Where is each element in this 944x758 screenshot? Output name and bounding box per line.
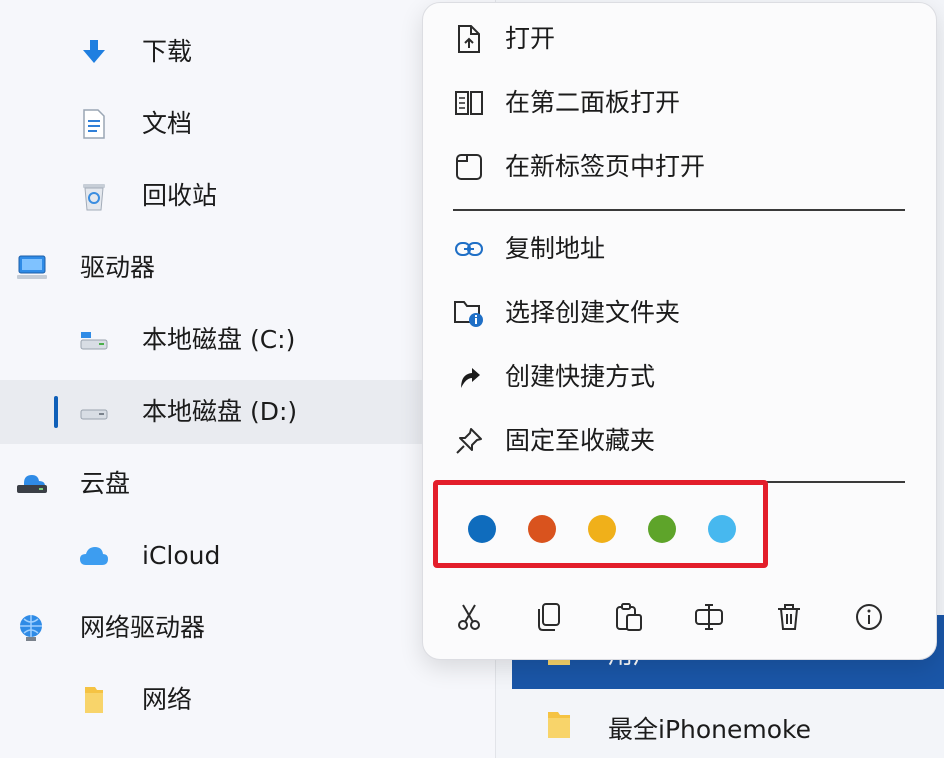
copy-button[interactable] <box>531 599 567 635</box>
cut-button[interactable] <box>451 599 487 635</box>
color-tag-row <box>433 480 768 568</box>
menu-item-create-shortcut[interactable]: 创建快捷方式 <box>423 349 938 405</box>
drive-c-icon <box>78 324 110 356</box>
pin-icon <box>453 425 485 457</box>
sidebar-item-local-disk-c[interactable]: 本地磁盘 (C:) <box>0 308 422 372</box>
color-tag-orange[interactable] <box>528 515 556 543</box>
color-tag-blue[interactable] <box>468 515 496 543</box>
menu-item-copy-path[interactable]: 复制地址 <box>423 221 938 277</box>
sidebar-item-recycle-bin[interactable]: 回收站 <box>0 164 422 228</box>
icloud-icon <box>78 540 110 572</box>
color-tag-yellow[interactable] <box>588 515 616 543</box>
rename-button[interactable] <box>691 599 727 635</box>
file-row[interactable]: 最全iPhonemoke <box>512 696 944 758</box>
sidebar-item-label: 本地磁盘 (C:) <box>142 325 296 354</box>
sidebar-item-icloud[interactable]: iCloud <box>0 524 422 588</box>
sidebar-item-label: 下载 <box>142 37 193 66</box>
rename-icon <box>695 604 723 630</box>
menu-item-label: 在第二面板打开 <box>505 88 681 117</box>
second-panel-icon <box>453 87 485 119</box>
sidebar-item-network[interactable]: 网络 <box>0 668 422 732</box>
new-tab-icon <box>453 151 485 183</box>
document-icon <box>78 108 110 140</box>
sidebar-item-label: 云盘 <box>80 469 131 498</box>
network-folder-icon <box>78 684 110 716</box>
menu-item-open-new-tab[interactable]: 在新标签页中打开 <box>423 139 938 195</box>
scissors-icon <box>458 604 480 630</box>
menu-item-label: 选择创建文件夹 <box>505 298 681 327</box>
sidebar-item-label: 网络 <box>142 685 193 714</box>
trash-icon <box>778 604 800 630</box>
menu-item-label: 在新标签页中打开 <box>505 152 706 181</box>
sidebar-item-label: 回收站 <box>142 181 218 210</box>
sidebar-item-drives[interactable]: 驱动器 <box>0 236 422 300</box>
sidebar-item-label: 文档 <box>142 109 193 138</box>
menu-item-open-second-panel[interactable]: 在第二面板打开 <box>423 75 938 131</box>
file-name: 最全iPhonemoke <box>608 715 812 744</box>
sidebar-item-network-drives[interactable]: 网络驱动器 <box>0 596 422 660</box>
menu-item-open[interactable]: 打开 <box>423 11 938 67</box>
sidebar-item-label: 本地磁盘 (D:) <box>142 397 298 426</box>
info-icon <box>856 604 882 630</box>
folder-info-icon <box>453 297 485 329</box>
properties-button[interactable] <box>851 599 887 635</box>
sidebar-item-label: iCloud <box>142 541 221 570</box>
shortcut-arrow-icon <box>453 361 485 393</box>
menu-item-label: 打开 <box>505 24 556 53</box>
sidebar-item-local-disk-d[interactable]: 本地磁盘 (D:) <box>0 380 422 444</box>
drive-d-icon <box>78 396 110 428</box>
paste-button[interactable] <box>611 599 647 635</box>
download-icon <box>78 36 110 68</box>
sidebar-item-label: 网络驱动器 <box>80 613 206 642</box>
sidebar-item-label: 驱动器 <box>80 253 156 282</box>
selection-indicator <box>54 396 58 428</box>
color-tag-light-blue[interactable] <box>708 515 736 543</box>
copy-icon <box>538 603 560 631</box>
menu-item-label: 复制地址 <box>505 234 606 263</box>
sidebar-item-documents[interactable]: 文档 <box>0 92 422 156</box>
paste-icon <box>616 603 642 631</box>
link-icon <box>453 233 485 265</box>
folder-icon <box>548 712 570 738</box>
menu-item-new-folder[interactable]: 选择创建文件夹 <box>423 285 938 341</box>
context-menu: 打开 在第二面板打开 在新标签页中打开 复制地址 选择创建文件夹 创建快捷方式 <box>422 2 937 660</box>
sidebar-item-cloud-drives[interactable]: 云盘 <box>0 452 422 516</box>
menu-item-pin-favorites[interactable]: 固定至收藏夹 <box>423 413 938 469</box>
menu-item-label: 固定至收藏夹 <box>505 426 656 455</box>
open-file-icon <box>453 23 485 55</box>
quick-action-bar <box>423 593 938 643</box>
menu-separator <box>453 209 905 211</box>
computer-icon <box>16 252 48 284</box>
menu-item-label: 创建快捷方式 <box>505 362 656 391</box>
recycle-bin-icon <box>78 180 110 212</box>
cloud-drive-icon <box>16 468 48 500</box>
sidebar-item-downloads[interactable]: 下载 <box>0 20 422 84</box>
navigation-pane: 下载 文档 回收站 驱动器 本地磁盘 (C:) 本地磁盘 (D:) 云盘 iCl… <box>0 0 495 758</box>
network-drive-icon <box>16 612 48 644</box>
color-tag-green[interactable] <box>648 515 676 543</box>
delete-button[interactable] <box>771 599 807 635</box>
